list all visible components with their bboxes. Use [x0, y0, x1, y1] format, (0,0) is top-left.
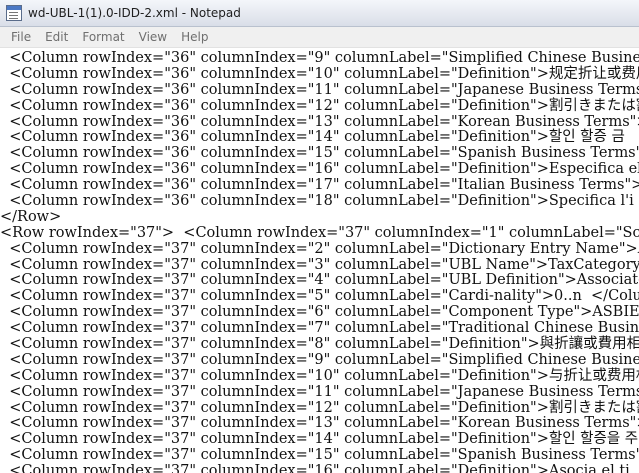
- text-line: <Column rowIndex="36" columnIndex="11" c…: [0, 81, 639, 98]
- menu-file[interactable]: File: [4, 28, 38, 46]
- menu-bar: File Edit Format View Help: [0, 27, 639, 48]
- text-line: <Column rowIndex="37" columnIndex="8" co…: [0, 336, 639, 353]
- text-line: <Column rowIndex="37" columnIndex="10" c…: [0, 367, 639, 384]
- text-line: <Column rowIndex="37" columnIndex="4" co…: [0, 272, 639, 289]
- text-line: <Column rowIndex="36" columnIndex="9" co…: [0, 50, 639, 66]
- text-line: <Column rowIndex="37" columnIndex="9" co…: [0, 351, 639, 368]
- text-line: </Row>: [0, 208, 62, 225]
- text-line: <Column rowIndex="36" columnIndex="10" c…: [0, 65, 639, 82]
- text-line: <Column rowIndex="36" columnIndex="16" c…: [0, 161, 639, 178]
- menu-view[interactable]: View: [132, 28, 174, 46]
- menu-help[interactable]: Help: [174, 28, 215, 46]
- text-line: <Column rowIndex="37" columnIndex="3" co…: [0, 256, 639, 273]
- text-line: <Column rowIndex="36" columnIndex="14" c…: [0, 129, 625, 146]
- text-line: <Column rowIndex="37" columnIndex="14" c…: [0, 431, 639, 448]
- menu-edit[interactable]: Edit: [38, 28, 75, 46]
- text-line: <Column rowIndex="37" columnIndex="11" c…: [0, 383, 639, 400]
- text-line: <Row rowIndex="37"> <Column rowIndex="37…: [0, 224, 639, 241]
- text-line: <Column rowIndex="37" columnIndex="2" co…: [0, 240, 639, 257]
- text-line: <Column rowIndex="37" columnIndex="16" c…: [0, 463, 630, 473]
- text-line: <Column rowIndex="37" columnIndex="13" c…: [0, 415, 639, 432]
- text-line: <Column rowIndex="36" columnIndex="17" c…: [0, 177, 639, 194]
- title-bar[interactable]: wd-UBL-1(1).0-IDD-2.xml - Notepad: [0, 0, 639, 27]
- text-line: <Column rowIndex="37" columnIndex="7" co…: [0, 320, 639, 337]
- editor-lines: <Column rowIndex="36" columnIndex="9" co…: [0, 50, 639, 473]
- text-line: <Column rowIndex="37" columnIndex="5" co…: [0, 288, 639, 305]
- text-line: <Column rowIndex="36" columnIndex="12" c…: [0, 97, 639, 114]
- text-line: <Column rowIndex="37" columnIndex="6" co…: [0, 304, 639, 321]
- menu-format[interactable]: Format: [75, 28, 131, 46]
- text-line: <Column rowIndex="36" columnIndex="15" c…: [0, 145, 639, 162]
- window-title: wd-UBL-1(1).0-IDD-2.xml - Notepad: [28, 6, 241, 20]
- text-line: <Column rowIndex="37" columnIndex="15" c…: [0, 447, 639, 464]
- text-editor-area[interactable]: <Column rowIndex="36" columnIndex="9" co…: [0, 48, 639, 473]
- notepad-app-icon[interactable]: [6, 5, 22, 21]
- text-line: <Column rowIndex="36" columnIndex="18" c…: [0, 193, 634, 210]
